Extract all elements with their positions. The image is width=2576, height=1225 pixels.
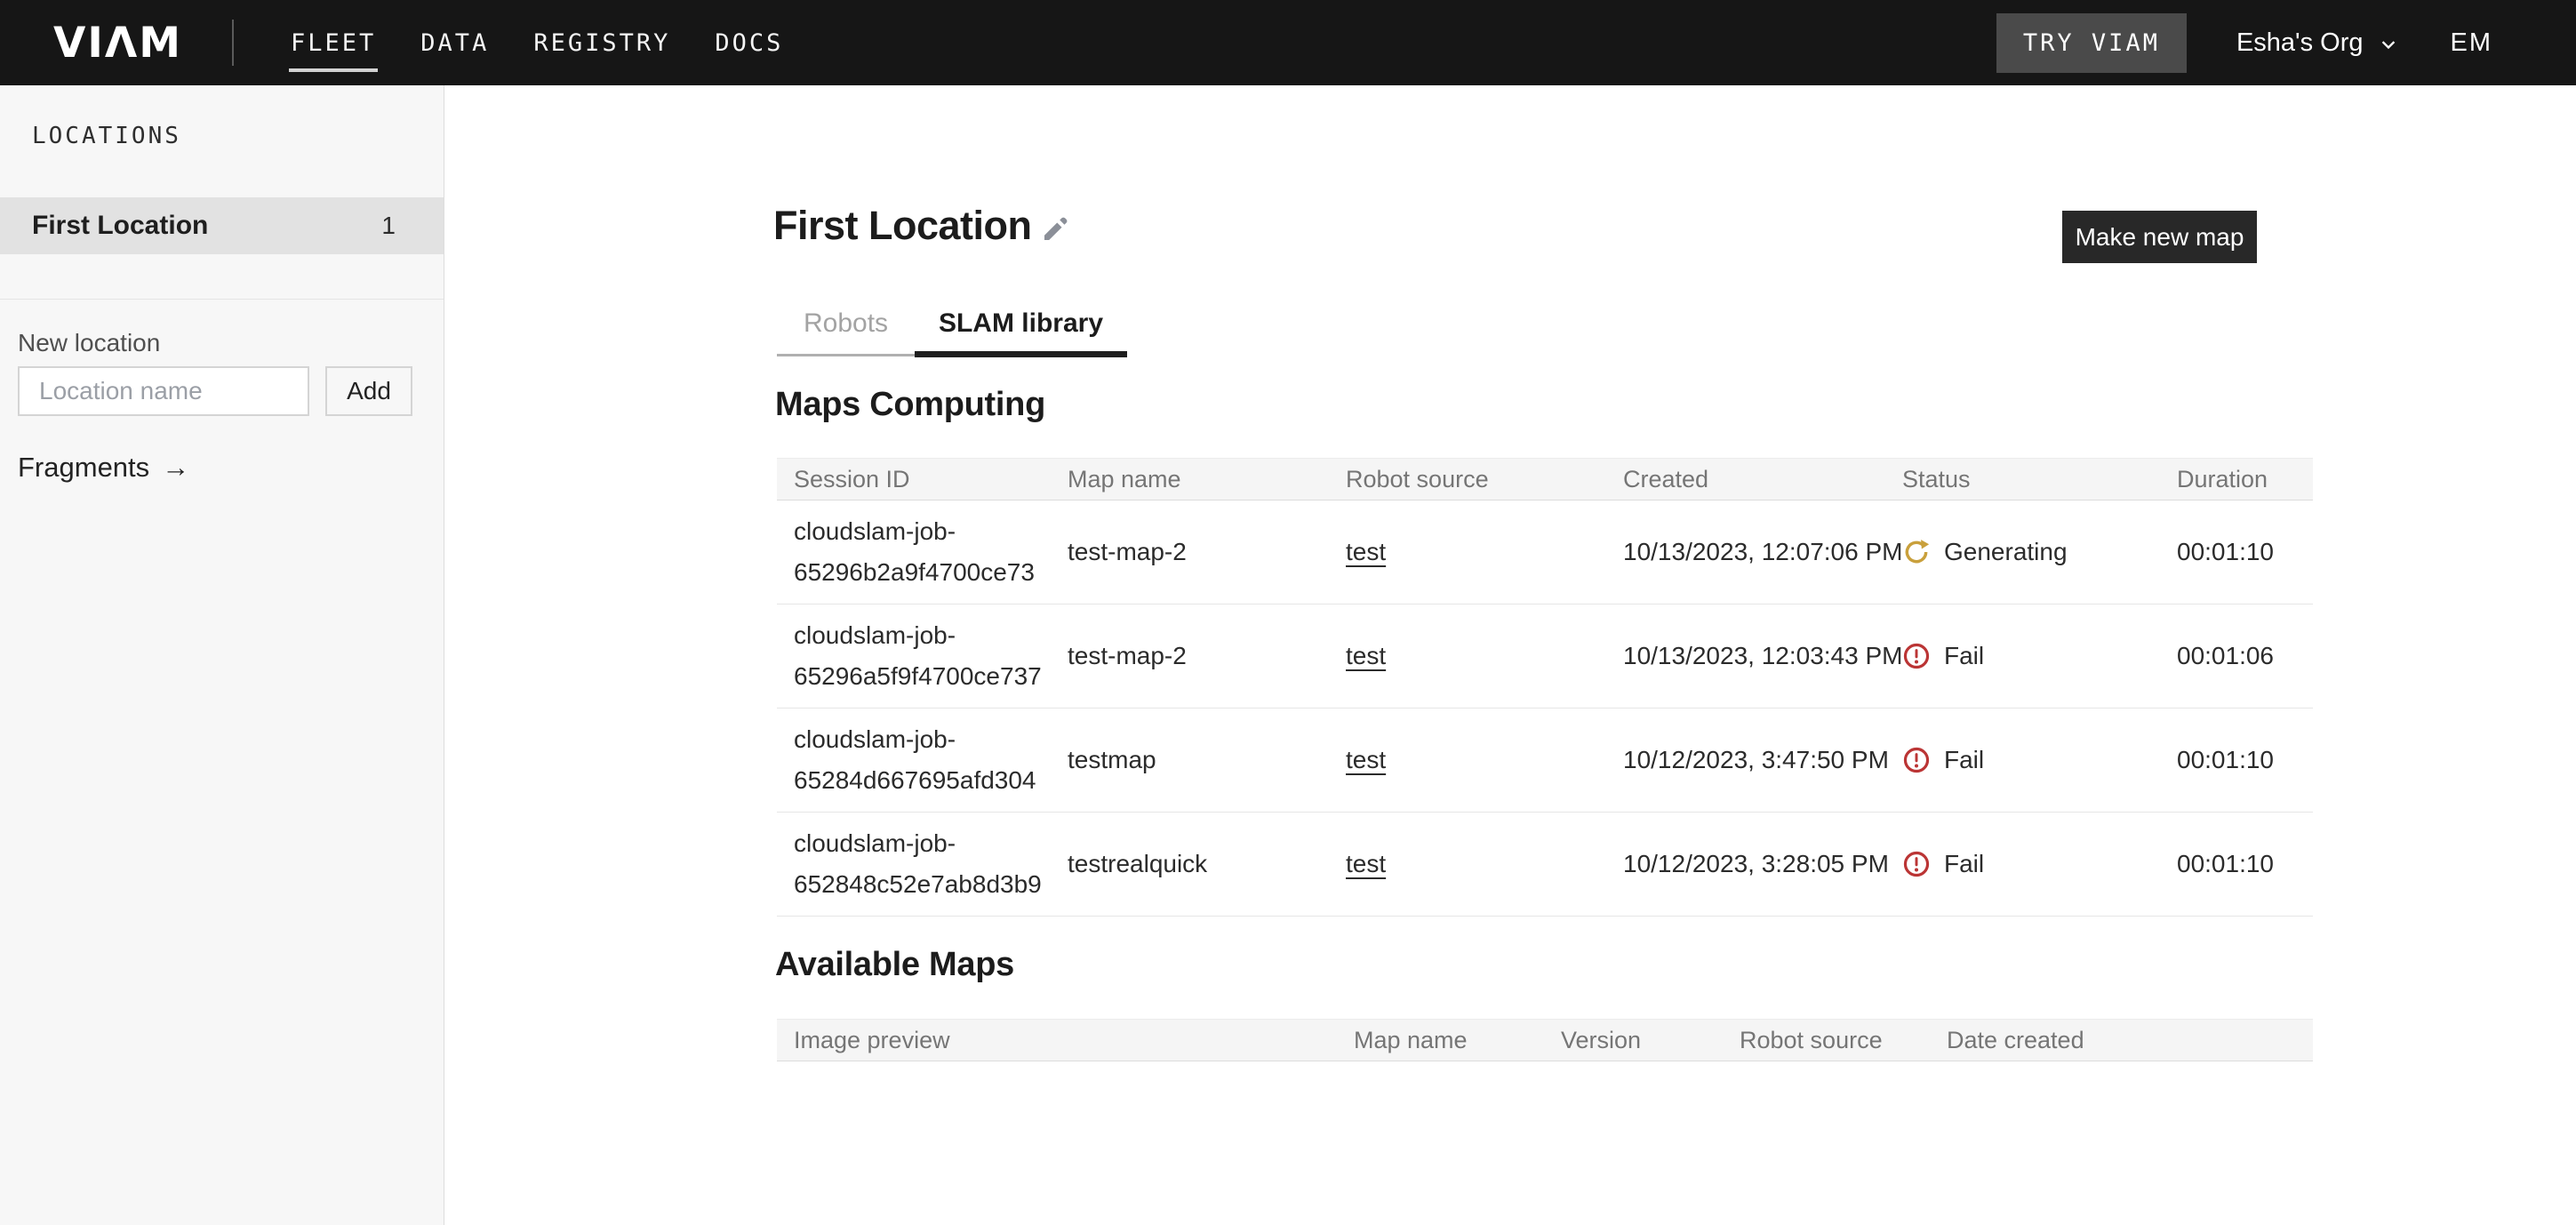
maps-computing-heading: Maps Computing [775,386,1045,424]
nav-item-fleet[interactable]: FLEET [291,29,376,57]
map-name-cell: testmap [1068,709,1334,812]
created-cell: 10/12/2023, 3:28:05 PM [1623,813,1911,916]
tab-underline-inactive [777,354,915,356]
robot-source-cell: test [1346,813,1386,916]
session-id-cell: cloudslam-job-65296a5f9f4700ce737 [794,604,1062,708]
created-cell: 10/13/2023, 12:07:06 PM [1623,500,1911,604]
try-viam-button[interactable]: TRY VIAM [1996,13,2187,73]
location-list-item[interactable]: First Location 1 [0,197,444,254]
map-name-cell: testrealquick [1068,813,1334,916]
nav-divider [232,20,234,66]
fragments-link[interactable]: Fragments → [18,452,189,484]
page-title: First Location [773,203,1032,249]
column-header-version: Version [1561,1020,1641,1061]
error-circle-icon [1902,850,1931,878]
chevron-down-icon [2376,28,2401,57]
status-icon [1902,850,1931,878]
error-circle-icon [1902,642,1931,670]
tab-underline-active [915,351,1127,357]
duration-cell: 00:01:10 [2177,500,2274,604]
status-icon [1902,538,1931,566]
available-maps-heading: Available Maps [775,946,1014,984]
map-name-cell: test-map-2 [1068,500,1334,604]
location-count-badge: 1 [381,212,396,240]
robot-source-link[interactable]: test [1346,740,1386,781]
add-location-button[interactable]: Add [325,366,412,416]
status-cell: Fail [1902,813,1984,916]
duration-cell: 00:01:10 [2177,709,2274,812]
viam-app: VIΛM FLEET DATA REGISTRY DOCS TRY VIAM E… [0,0,2576,1225]
column-header-robot-source: Robot source [1740,1020,1883,1061]
status-label: Fail [1944,844,1984,885]
robot-source-cell: test [1346,604,1386,708]
org-switcher[interactable]: Esha's Org [2236,28,2401,58]
status-label: Fail [1944,740,1984,781]
duration-cell: 00:01:06 [2177,604,2274,708]
make-new-map-button[interactable]: Make new map [2062,211,2257,263]
status-icon [1902,642,1931,670]
primary-nav: FLEET DATA REGISTRY DOCS [291,29,783,57]
nav-item-data[interactable]: DATA [420,29,489,57]
column-header-duration: Duration [2177,459,2268,500]
column-header-session-id: Session ID [794,459,910,500]
fragments-label: Fragments [18,452,149,484]
sidebar-divider [0,299,444,300]
column-header-robot-source: Robot source [1346,459,1489,500]
robot-source-link[interactable]: test [1346,844,1386,885]
robot-source-link[interactable]: test [1346,636,1386,677]
nav-item-registry[interactable]: REGISTRY [533,29,670,57]
robot-source-cell: test [1346,709,1386,812]
map-name-cell: test-map-2 [1068,604,1334,708]
maps-computing-table: Session ID Map name Robot source Created… [777,458,2313,917]
available-maps-table: Image preview Map name Version Robot sou… [777,1019,2313,1061]
table-row: cloudslam-job-65284d667695afd304 testmap… [777,709,2313,813]
duration-cell: 00:01:10 [2177,813,2274,916]
nav-right: TRY VIAM Esha's Org EM [1996,13,2537,73]
maps-computing-table-header: Session ID Map name Robot source Created… [777,458,2313,500]
created-cell: 10/13/2023, 12:03:43 PM [1623,604,1911,708]
table-row: cloudslam-job-65296b2a9f4700ce73 test-ma… [777,500,2313,604]
user-initials[interactable]: EM [2451,28,2493,58]
status-icon [1902,746,1931,774]
column-header-created: Created [1623,459,1708,500]
location-name: First Location [32,211,208,241]
column-header-map-name: Map name [1354,1020,1468,1061]
column-header-status: Status [1902,459,1971,500]
status-cell: Generating [1902,500,2068,604]
top-nav: VIΛM FLEET DATA REGISTRY DOCS TRY VIAM E… [0,0,2576,85]
nav-item-docs[interactable]: DOCS [715,29,783,57]
table-row: cloudslam-job-652848c52e7ab8d3b9 testrea… [777,813,2313,917]
refresh-icon [1902,538,1931,566]
error-circle-icon [1902,746,1931,774]
tab-slam-library[interactable]: SLAM library [915,306,1127,341]
locations-heading: LOCATIONS [32,123,181,149]
status-cell: Fail [1902,604,1984,708]
status-cell: Fail [1902,709,1984,812]
arrow-right-icon: → [162,452,189,484]
new-location-label: New location [18,329,160,357]
available-maps-table-header: Image preview Map name Version Robot sou… [777,1019,2313,1061]
table-row: cloudslam-job-65296a5f9f4700ce737 test-m… [777,604,2313,709]
session-id-cell: cloudslam-job-652848c52e7ab8d3b9 [794,813,1062,916]
viam-logo[interactable]: VIΛM [53,19,182,68]
edit-pencil-icon[interactable] [1040,214,1070,244]
locations-sidebar: LOCATIONS First Location 1 New location … [0,85,444,1225]
location-name-input[interactable] [18,366,309,416]
session-id-cell: cloudslam-job-65296b2a9f4700ce73 [794,500,1062,604]
org-name: Esha's Org [2236,28,2364,58]
created-cell: 10/12/2023, 3:47:50 PM [1623,709,1911,812]
tab-robots[interactable]: Robots [777,306,915,341]
column-header-map-name: Map name [1068,459,1181,500]
robot-source-link[interactable]: test [1346,532,1386,572]
robot-source-cell: test [1346,500,1386,604]
column-header-image-preview: Image preview [794,1020,950,1061]
column-header-date-created: Date created [1947,1020,2084,1061]
status-label: Generating [1944,532,2068,572]
session-id-cell: cloudslam-job-65284d667695afd304 [794,709,1062,812]
status-label: Fail [1944,636,1984,677]
